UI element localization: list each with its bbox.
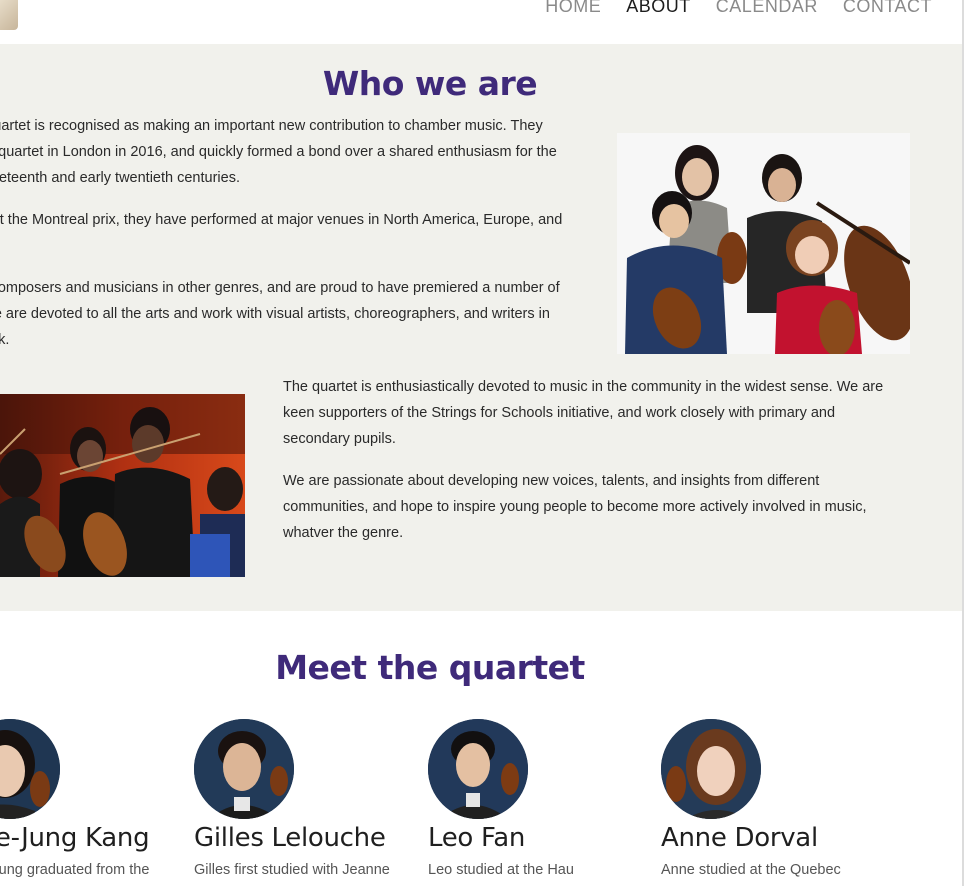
member-card-anne: Anne Dorval Anne studied at the Quebec <box>661 719 891 881</box>
member-avatar <box>194 719 294 819</box>
nav-contact-link[interactable]: CONTACT <box>843 0 932 18</box>
member-avatar <box>428 719 528 819</box>
who-paragraph-3: We also work with composers and musician… <box>0 280 560 348</box>
member-bio: Hae-Jung graduated from the <box>0 862 150 878</box>
member-name: Leo Fan <box>428 823 526 853</box>
member-card-leo: Leo Fan Leo studied at the Hau <box>428 719 658 881</box>
member-card-gilles: Gilles Lelouche Gilles first studied wit… <box>194 719 424 881</box>
member-avatar <box>661 719 761 819</box>
young-orchestra-photo <box>0 394 245 577</box>
who-paragraph-1: The Colby String Quartet is recognised a… <box>0 118 557 186</box>
who-right-text: The quartet is enthusiastically devoted … <box>283 374 905 562</box>
member-name: Anne Dorval <box>661 823 818 853</box>
main-nav: HOME ABOUT CALENDAR CONTACT <box>545 0 932 18</box>
member-name: Gilles Lelouche <box>194 823 386 853</box>
who-paragraph-5: We are passionate about developing new v… <box>283 473 867 541</box>
member-card-hae-jung: Hae-Jung Kang Hae-Jung graduated from th… <box>0 719 190 881</box>
member-bio: Gilles first studied with Jeanne <box>194 862 390 878</box>
who-paragraph-4: The quartet is enthusiastically devoted … <box>283 379 884 447</box>
nav-about-link[interactable]: ABOUT <box>626 0 691 18</box>
who-we-are-section: Who we are The Colby String Quartet is r… <box>0 44 962 611</box>
site-header: HOME ABOUT CALENDAR CONTACT <box>0 0 962 44</box>
who-paragraph-2: Following success at the Montreal prix, … <box>0 212 563 228</box>
member-name: Hae-Jung Kang <box>0 823 150 853</box>
member-bio: Leo studied at the Hau <box>428 862 574 878</box>
quartet-group-photo <box>617 133 910 354</box>
meet-the-quartet-title: Meet the quartet <box>275 648 585 687</box>
site-logo[interactable] <box>0 0 18 30</box>
who-we-are-title: Who we are <box>322 64 538 103</box>
who-left-text: The Colby String Quartet is recognised a… <box>0 113 575 369</box>
member-bio: Anne studied at the Quebec <box>661 862 841 878</box>
nav-calendar-link[interactable]: CALENDAR <box>716 0 818 18</box>
member-avatar <box>0 719 60 819</box>
nav-home-link[interactable]: HOME <box>545 0 601 18</box>
